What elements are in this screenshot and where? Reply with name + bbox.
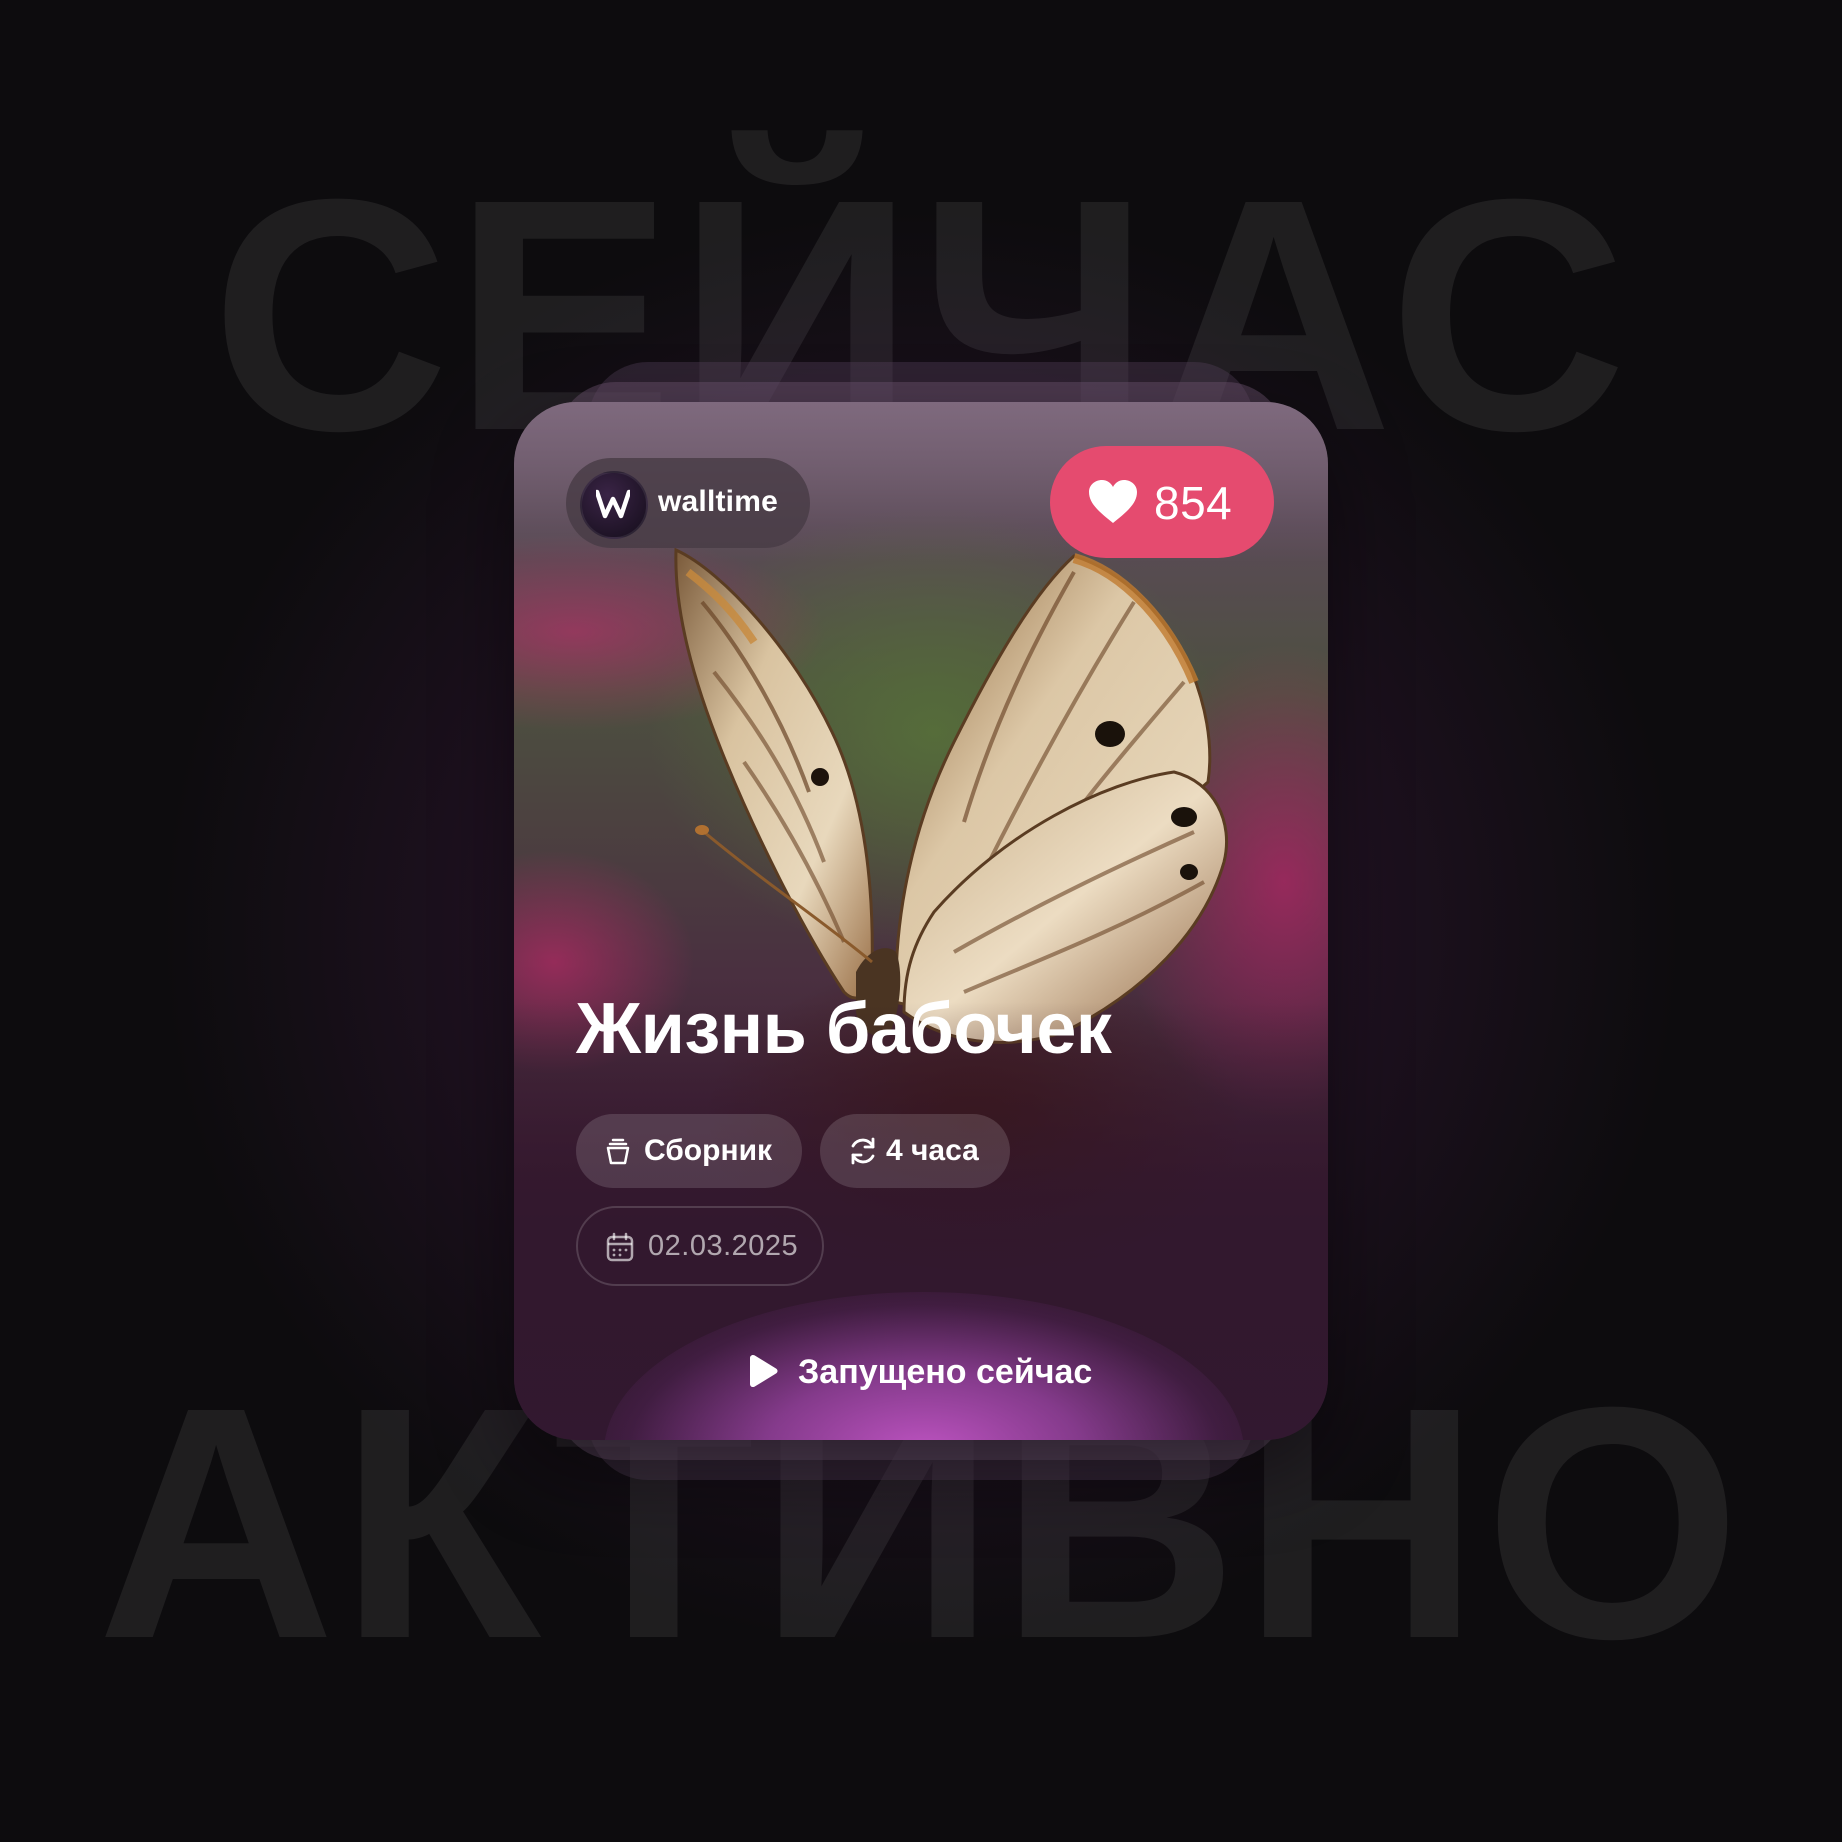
tag-duration[interactable]: 4 часа	[820, 1114, 1010, 1188]
status-label: Запущено сейчас	[798, 1353, 1093, 1391]
tag-duration-label: 4 часа	[886, 1134, 979, 1167]
brand-chip[interactable]: walltime	[566, 458, 810, 548]
calendar-icon	[606, 1232, 634, 1262]
walltime-logo-icon	[580, 471, 648, 539]
stage: СЕЙЧАС АКТИВНО walltime 854 Жизнь бабоче…	[0, 0, 1842, 1842]
play-icon	[750, 1354, 778, 1388]
date-value: 02.03.2025	[648, 1230, 799, 1262]
wallpaper-card[interactable]: walltime 854 Жизнь бабочек Сборник 4 час…	[514, 402, 1328, 1440]
like-count: 854	[1154, 477, 1233, 529]
tag-collection-label: Сборник	[644, 1134, 773, 1167]
tag-collection[interactable]: Сборник	[576, 1114, 802, 1188]
refresh-icon	[851, 1137, 875, 1165]
brand-name: walltime	[658, 485, 778, 518]
date-chip: 02.03.2025	[576, 1206, 824, 1286]
heart-icon	[1089, 480, 1137, 523]
card-title: Жизнь бабочек	[576, 989, 1112, 1069]
collection-icon	[606, 1138, 630, 1165]
like-button[interactable]: 854	[1050, 446, 1274, 558]
